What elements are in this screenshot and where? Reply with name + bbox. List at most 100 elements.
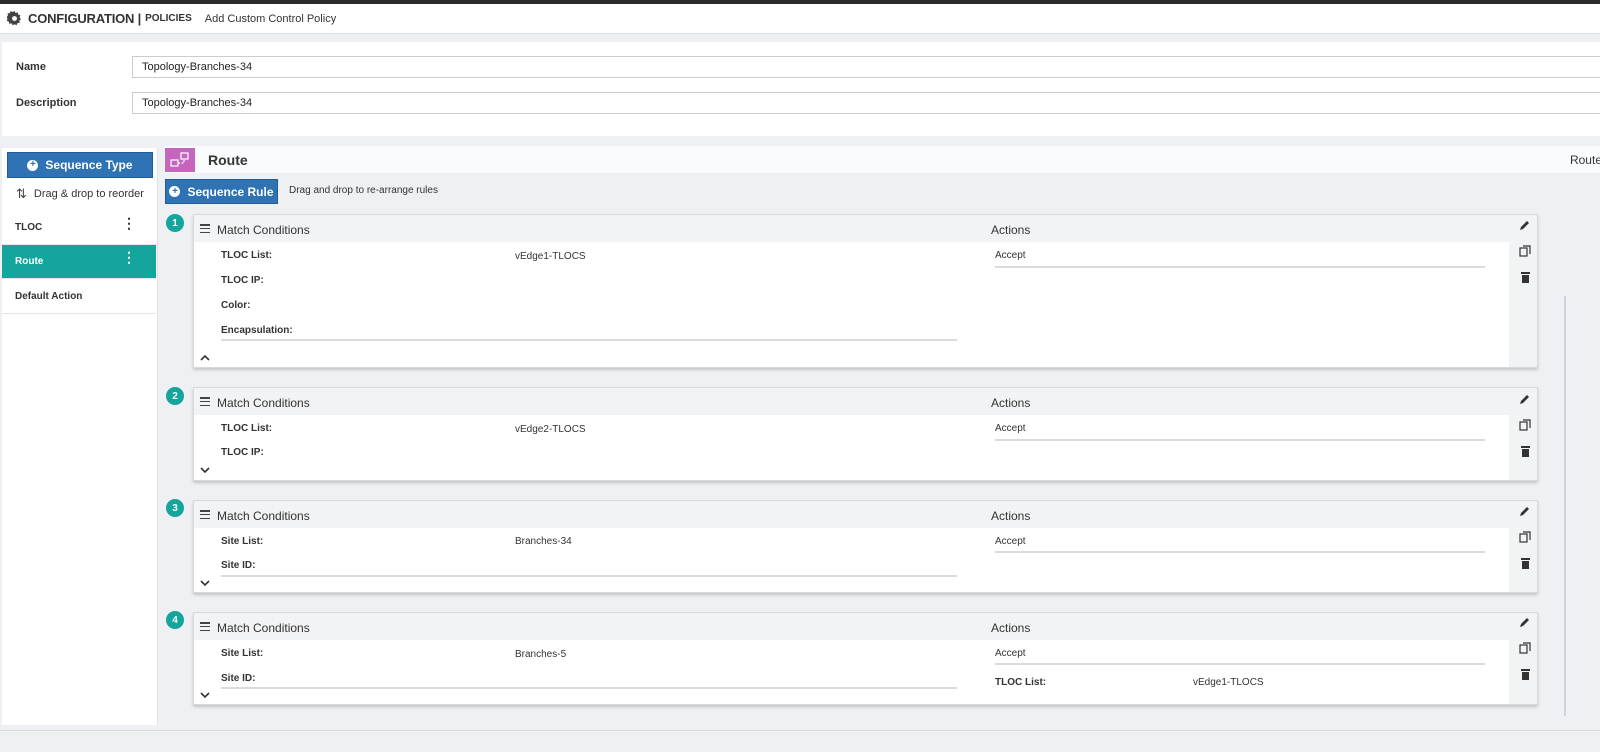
match-conditions-area: TLOC List: vEdge1-TLOCS TLOC IP: Color: … xyxy=(194,242,985,367)
page-title: Add Custom Control Policy xyxy=(204,12,337,25)
divider xyxy=(995,266,1485,268)
sidebar-item-tloc[interactable]: TLOC ⋮ xyxy=(2,211,156,245)
sidebar-item-default-action[interactable]: Default Action xyxy=(2,280,156,314)
description-input[interactable] xyxy=(132,92,1600,114)
drag-handle-icon[interactable] xyxy=(200,397,210,407)
actions-title: Actions xyxy=(991,223,1031,237)
name-label: Name xyxy=(16,61,46,73)
action-value: Accept xyxy=(995,423,1026,434)
match-conditions-area: TLOC List: vEdge2-TLOCS TLOC IP: xyxy=(194,415,985,480)
copy-icon[interactable] xyxy=(1518,418,1532,432)
name-input[interactable] xyxy=(132,56,1600,78)
pencil-icon[interactable] xyxy=(1518,504,1532,518)
condition-label: Site List: xyxy=(221,648,264,659)
divider xyxy=(221,687,957,689)
condition-label: TLOC IP: xyxy=(221,275,264,286)
rule-number-badge: 4 xyxy=(166,611,184,629)
description-label: Description xyxy=(16,97,77,109)
condition-value: Branches-5 xyxy=(515,649,567,660)
divider xyxy=(221,339,957,341)
pencil-icon[interactable] xyxy=(1518,392,1532,406)
pencil-icon[interactable] xyxy=(1518,218,1532,232)
page-section-title: CONFIGURATION | xyxy=(28,11,142,26)
divider xyxy=(0,730,1600,731)
condition-label: Color: xyxy=(221,300,251,311)
condition-value: vEdge1-TLOCS xyxy=(515,251,586,262)
drag-handle-icon[interactable] xyxy=(200,622,210,632)
card-header: Match Conditions Actions xyxy=(194,215,1537,242)
divider xyxy=(995,663,1485,665)
action-extra-value: vEdge1-TLOCS xyxy=(1193,677,1264,688)
trash-icon[interactable] xyxy=(1518,667,1532,681)
action-value: Accept xyxy=(995,536,1026,547)
action-value: Accept xyxy=(995,250,1026,261)
sequence-type-button[interactable]: + Sequence Type xyxy=(7,152,153,178)
kebab-menu-icon[interactable]: ⋮ xyxy=(122,250,136,264)
sequence-rule-button[interactable]: + Sequence Rule xyxy=(165,179,278,204)
divider xyxy=(995,439,1485,441)
rule-number-badge: 2 xyxy=(166,387,184,405)
trash-icon[interactable] xyxy=(1518,270,1532,284)
policy-form: Name Description xyxy=(2,42,1600,136)
copy-icon[interactable] xyxy=(1518,244,1532,258)
condition-label: Site ID: xyxy=(221,673,256,684)
route-header: Route Route xyxy=(164,146,1600,173)
drag-handle-icon[interactable] xyxy=(200,224,210,234)
sidebar-item-label: Default Action xyxy=(15,291,83,302)
condition-label: TLOC List: xyxy=(221,250,273,261)
kebab-menu-icon[interactable]: ⋮ xyxy=(122,216,136,230)
card-side-strip xyxy=(1509,242,1537,367)
trash-icon[interactable] xyxy=(1518,444,1532,458)
route-right-label: Route xyxy=(1569,153,1600,167)
rule-hint: Drag and drop to re-arrange rules xyxy=(289,185,438,196)
chevron-up-icon[interactable] xyxy=(200,353,210,363)
match-conditions-title: Match Conditions xyxy=(217,223,310,237)
sequence-rule-label: Sequence Rule xyxy=(187,184,274,199)
drag-hint: ⇅ Drag & drop to reorder xyxy=(16,186,144,202)
page-header: CONFIGURATION | POLICIES Add Custom Cont… xyxy=(0,4,1600,34)
actions-title: Actions xyxy=(991,509,1031,523)
actions-area: Accept xyxy=(987,415,1508,480)
match-conditions-title: Match Conditions xyxy=(217,509,310,523)
sequence-type-label: Sequence Type xyxy=(45,158,133,172)
sidebar-item-route[interactable]: Route ⋮ xyxy=(2,245,156,279)
card-header: Match Conditions Actions xyxy=(194,388,1537,415)
drag-handle-icon[interactable] xyxy=(200,510,210,520)
sidebar-item-label: TLOC xyxy=(15,222,43,233)
card-header: Match Conditions Actions xyxy=(194,501,1537,528)
sidebar-item-label: Route xyxy=(15,256,44,267)
rule-card-3[interactable]: Match Conditions Actions Site List: Bran… xyxy=(193,500,1538,593)
rule-card-4[interactable]: Match Conditions Actions Site List: Bran… xyxy=(193,612,1538,705)
page-section-sub[interactable]: POLICIES xyxy=(145,13,192,24)
condition-label: Site List: xyxy=(221,536,264,547)
chevron-down-icon[interactable] xyxy=(200,578,210,588)
actions-area: Accept xyxy=(987,242,1508,367)
divider xyxy=(995,551,1485,553)
match-conditions-title: Match Conditions xyxy=(217,396,310,410)
actions-area: Accept TLOC List: vEdge1-TLOCS xyxy=(987,640,1508,704)
rule-card-2[interactable]: Match Conditions Actions TLOC List: vEdg… xyxy=(193,387,1538,481)
rule-number-badge: 3 xyxy=(166,499,184,517)
route-icon xyxy=(165,147,195,172)
action-value: Accept xyxy=(995,648,1026,659)
rule-card-1[interactable]: Match Conditions Actions TLOC List: vEdg… xyxy=(193,214,1538,368)
match-conditions-area: Site List: Branches-34 Site ID: xyxy=(194,528,985,592)
condition-label: Site ID: xyxy=(221,560,256,571)
match-conditions-title: Match Conditions xyxy=(217,621,310,635)
scrollbar[interactable] xyxy=(1564,296,1566,716)
name-row: Name xyxy=(16,56,1600,78)
description-row: Description xyxy=(16,92,1600,114)
condition-label: TLOC List: xyxy=(221,423,273,434)
gear-icon xyxy=(6,11,22,27)
sequence-sidebar: + Sequence Type ⇅ Drag & drop to reorder… xyxy=(2,148,158,725)
chevron-down-icon[interactable] xyxy=(200,465,210,475)
pencil-icon[interactable] xyxy=(1518,615,1532,629)
copy-icon[interactable] xyxy=(1518,641,1532,655)
chevron-down-icon[interactable] xyxy=(200,690,210,700)
card-header: Match Conditions Actions xyxy=(194,613,1537,640)
plus-icon: + xyxy=(27,159,39,171)
copy-icon[interactable] xyxy=(1518,530,1532,544)
match-conditions-area: Site List: Branches-5 Site ID: xyxy=(194,640,985,704)
condition-value: vEdge2-TLOCS xyxy=(515,424,586,435)
trash-icon[interactable] xyxy=(1518,556,1532,570)
